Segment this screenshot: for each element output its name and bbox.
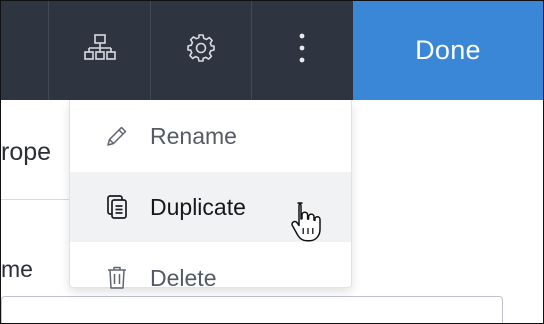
hand-cursor-icon: [287, 199, 325, 245]
pencil-icon: [103, 122, 131, 150]
menu-item-delete[interactable]: Delete: [70, 243, 351, 313]
copy-icon: [103, 193, 131, 221]
trash-icon: [103, 264, 131, 292]
field-label: me: [1, 256, 33, 282]
options-menu: Rename Duplicate Delete: [69, 100, 352, 291]
app-window: rope me Done Rename Duplicate Delete: [0, 0, 544, 324]
menu-item-label: Duplicate: [150, 193, 246, 220]
done-button[interactable]: Done: [353, 1, 543, 100]
more-vertical-icon: [298, 32, 306, 69]
menu-item-label: Rename: [150, 122, 237, 149]
settings-button[interactable]: [151, 1, 251, 100]
gear-icon: [185, 32, 217, 69]
structure-button[interactable]: [49, 1, 150, 100]
menu-item-rename[interactable]: Rename: [70, 101, 351, 171]
more-options-button[interactable]: [252, 1, 352, 100]
top-toolbar: Done: [1, 1, 543, 100]
menu-item-label: Delete: [150, 264, 217, 291]
sitemap-icon: [83, 33, 117, 68]
section-heading: rope: [1, 138, 52, 166]
